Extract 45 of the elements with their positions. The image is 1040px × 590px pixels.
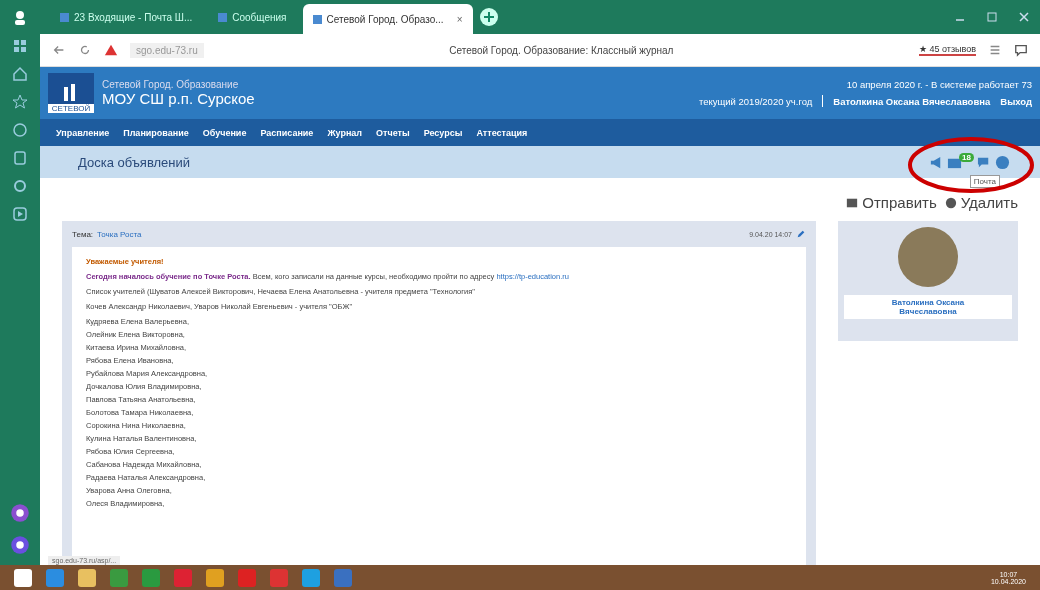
pencil-icon[interactable] [796,229,806,239]
back-icon[interactable] [52,43,66,57]
star-icon[interactable] [12,94,28,110]
menu-item[interactable]: Отчеты [376,127,410,138]
user-link[interactable]: Ватолкина Оксана Вячеславовна [833,95,991,107]
school-name: МОУ СШ р.п. Сурское [102,90,255,107]
menu-item[interactable]: Расписание [260,127,314,138]
topic-label: Тема: [72,229,94,239]
tray-icon [846,196,859,209]
menu-item[interactable]: Журнал [327,127,363,138]
mail-count-badge: 18 [959,152,974,162]
avatar-placeholder [898,227,958,287]
reload-icon[interactable] [78,43,92,57]
org-label: Сетевой Город. Образование [102,79,240,90]
speech-bubble-icon[interactable] [1014,43,1028,57]
logout-link[interactable]: Выход [1000,95,1032,107]
browser-tab[interactable]: Сообщения [208,4,297,30]
menu-item[interactable]: Управление [56,127,110,138]
tooltip: Почта [969,174,1000,188]
action-link[interactable]: Удалить [944,194,1018,211]
school-year: текущий 2019/2020 уч.год [698,95,813,107]
grid-icon[interactable] [12,38,28,54]
close-icon[interactable] [1018,11,1030,23]
play-icon[interactable] [12,206,28,222]
page-title: Сетевой Город. Образование: Классный журнал [448,44,675,56]
menu-icon[interactable] [988,43,1002,57]
profile-icon[interactable] [12,10,28,26]
menu-item[interactable]: Обучение [202,127,247,138]
browser-tab[interactable]: 23 Входящие - Почта Ш... [50,4,203,30]
new-tab-icon[interactable] [478,7,499,27]
reviews-link[interactable]: ★ 45 отзывов [919,44,976,56]
home-icon[interactable] [12,66,28,82]
browser-tab[interactable]: Сетевой Город. Образо... × [302,4,473,34]
date-line: 10 апреля 2020 г. - В системе работает 73 [846,79,1032,90]
delete-icon [944,196,957,209]
menu-item[interactable]: Ресурсы [423,127,463,138]
author-name[interactable]: Ватолкина Оксана Вячеславовна [844,295,1012,319]
menu-item[interactable]: Аттестация [476,127,528,138]
warning-icon [104,43,118,57]
menu-item[interactable]: Планирование [123,127,189,138]
maximize-icon[interactable] [986,11,998,23]
action-link[interactable]: Отправить [846,194,937,211]
topic-link[interactable]: Точка Роста [97,229,142,239]
board-title: Доска объявлений [78,154,191,170]
logo-icon: СЕТЕВОЙ [48,73,94,113]
